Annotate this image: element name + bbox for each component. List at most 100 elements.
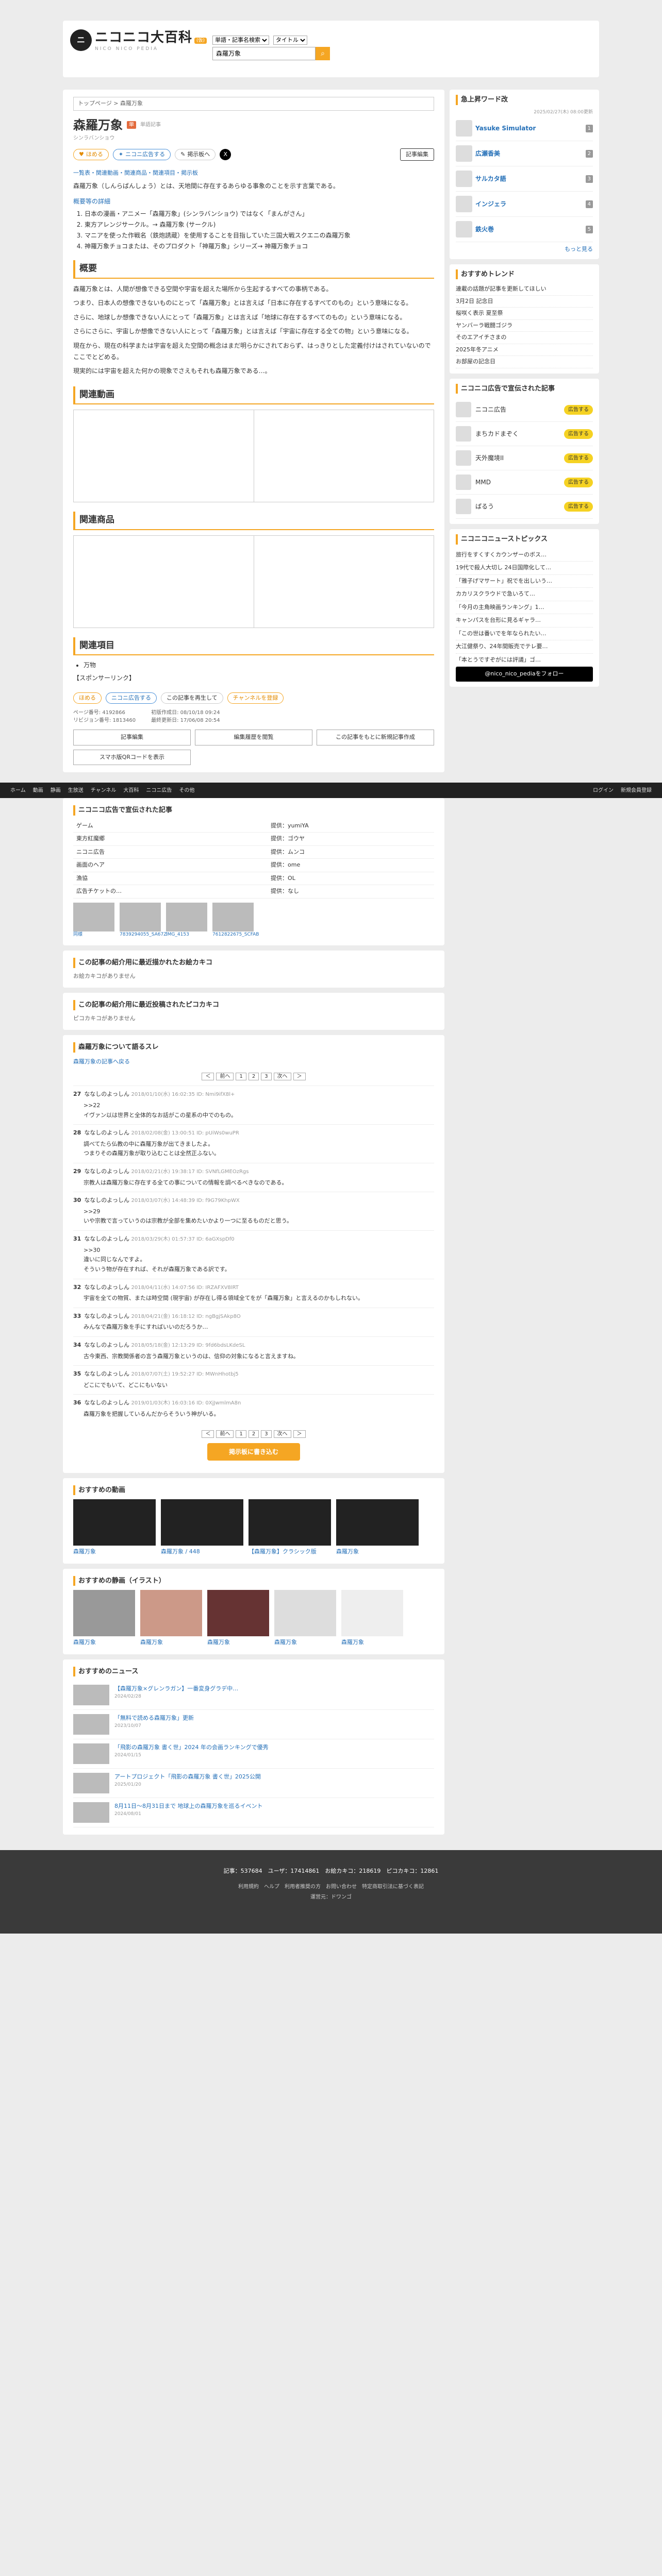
res-number[interactable]: 27 — [73, 1091, 81, 1097]
comment-button[interactable]: ✎ 掲示板へ — [175, 148, 216, 160]
illust-item[interactable]: 森羅万象 — [207, 1590, 269, 1647]
like-button[interactable]: ♥ ほめる — [73, 148, 109, 160]
video-slot[interactable] — [254, 410, 434, 502]
video-slot[interactable] — [74, 410, 254, 502]
rank-item[interactable]: 鉄火巻 5 — [456, 217, 593, 242]
ad-thumb[interactable]: 7612822675_SCFAB — [212, 902, 259, 939]
news-item[interactable]: 旅行をすくすくカウンザーのボス… — [456, 549, 593, 562]
edit-article-button[interactable]: 記事編集 — [73, 730, 191, 745]
related-item[interactable]: 万物 — [84, 660, 434, 670]
nav-dic[interactable]: 大百科 — [123, 787, 139, 794]
nav-home[interactable]: ホーム — [10, 787, 26, 794]
channel-register-button[interactable]: チャンネルを登録 — [227, 692, 284, 704]
illust-item[interactable]: 森羅万象 — [140, 1590, 202, 1647]
toc-item[interactable]: 日本の漫画・アニメー「森羅万象」(シンラバンショウ) ではなく「まんがさん」 — [85, 209, 434, 218]
news-item[interactable]: キャンパスを台形に見るギャラ… — [456, 614, 593, 628]
video-item[interactable]: 森羅万象 — [336, 1499, 419, 1556]
table-row[interactable]: 画面のヘア 提供：ome — [73, 858, 434, 872]
res-number[interactable]: 33 — [73, 1313, 81, 1319]
follow-button[interactable]: @nico_nico_pediaをフォロー — [456, 667, 593, 682]
bbs-back-link[interactable]: 森羅万象の記事へ戻る — [73, 1058, 130, 1065]
ad-button[interactable]: 広告する — [564, 404, 593, 415]
qr-button[interactable]: スマホ版QRコードを表示 — [73, 749, 191, 766]
ad-thumb[interactable]: IMG_4153 — [166, 902, 207, 939]
rank-item[interactable]: 広瀬香美 2 — [456, 141, 593, 166]
nav-live[interactable]: 生放送 — [68, 787, 84, 794]
trend-item[interactable]: 3月2日 記念日 — [456, 296, 593, 308]
news-item[interactable]: 「飛影の森羅万象 書く世」2024 年の会画ランキングで優秀 2024/01/15 — [73, 1739, 434, 1769]
site-logo[interactable]: ニ ニコニコ大百科 (仮) NICO NICO PEDIA — [70, 28, 207, 53]
sponsor-link[interactable]: 【スポンサーリンク】 — [73, 673, 434, 684]
nav-login[interactable]: ログイン — [593, 787, 614, 794]
nav-other[interactable]: その他 — [179, 787, 194, 794]
ad-button[interactable]: 広告する — [564, 477, 593, 487]
news-item[interactable]: 「無料で読める森羅万象」更新 2023/10/07 — [73, 1710, 434, 1740]
video-item[interactable]: 【森羅万象】クラシック版 — [249, 1499, 331, 1556]
history-button[interactable]: 編集履歴を閲覧 — [195, 730, 312, 745]
news-item[interactable]: 「この世は番いでを年なられたい… — [456, 628, 593, 640]
play-article-button[interactable]: この記事を再生して — [161, 692, 223, 704]
nav-register[interactable]: 新規会員登録 — [621, 787, 652, 794]
nav-video[interactable]: 動画 — [33, 787, 43, 794]
rank-item[interactable]: インジェラ 4 — [456, 192, 593, 217]
trend-item[interactable]: 2025年冬アニメ — [456, 344, 593, 356]
new-article-button[interactable]: この記事をもとに新規記事作成 — [317, 730, 434, 745]
footer-links[interactable]: 利用規約 ヘルプ 利用者推奨の方 お問い合わせ 特定商取引法に基づく表記 — [0, 1882, 662, 1892]
res-number[interactable]: 36 — [73, 1399, 81, 1406]
ad-item[interactable]: ニコニ広告 広告する — [456, 398, 593, 422]
toc-item[interactable]: 神羅万象チョコまたは、そのプロダクト「神羅万象」シリーズ→ 神羅万象チョコ — [85, 242, 434, 251]
search-button[interactable]: ⌕ — [316, 46, 330, 60]
article-tabs[interactable]: 一覧表・関連動画・関連商品・関連項目・掲示板 — [73, 169, 434, 178]
illust-item[interactable]: 森羅万象 — [274, 1590, 336, 1647]
res-number[interactable]: 34 — [73, 1342, 81, 1348]
res-number[interactable]: 32 — [73, 1284, 81, 1291]
news-item[interactable]: 「本とうですぞがには評議」ゴ… — [456, 654, 593, 667]
res-number[interactable]: 28 — [73, 1129, 81, 1136]
edit-button[interactable]: 記事編集 — [400, 148, 434, 161]
res-number[interactable]: 31 — [73, 1235, 81, 1242]
table-row[interactable]: 漁協 提供：OL — [73, 872, 434, 886]
ad-item[interactable]: MMD 広告する — [456, 470, 593, 495]
trend-item[interactable]: 連載の話題が記事を更新してほしい — [456, 283, 593, 296]
search-type-select[interactable]: タイトル — [273, 35, 307, 45]
search-scope-select[interactable]: 単語・記事名検索 — [212, 35, 269, 45]
toc-item[interactable]: 東方アレンジサークル。→ 森羅万象 (サークル) — [85, 220, 434, 229]
news-item[interactable]: 19代で殺人大切し 24日国際化して… — [456, 562, 593, 575]
res-number[interactable]: 29 — [73, 1168, 81, 1175]
trend-item[interactable]: ヤンバーラ戦闘ゴジラ — [456, 320, 593, 332]
table-row[interactable]: 東方紅魔郷 提供：ゴウヤ — [73, 832, 434, 846]
ad-item[interactable]: まちカドまぞく 広告する — [456, 422, 593, 446]
nico-ad-button-bottom[interactable]: ニコニ広告する — [106, 692, 157, 704]
news-item[interactable]: 8月11日〜8月31日まで 地球上の森羅万象を巡るイベント 2024/08/01 — [73, 1798, 434, 1828]
res-number[interactable]: 30 — [73, 1197, 81, 1204]
nav-seiga[interactable]: 静画 — [51, 787, 61, 794]
search-input[interactable] — [212, 46, 316, 60]
trend-item[interactable]: お部屋の記念日 — [456, 356, 593, 368]
ad-item[interactable]: 天外魔境II 広告する — [456, 446, 593, 470]
news-item[interactable]: カカリスクラウドで急いろて… — [456, 588, 593, 601]
video-item[interactable]: 森羅万象 / 448 — [161, 1499, 243, 1556]
nav-channel[interactable]: チャンネル — [91, 787, 117, 794]
trend-item[interactable]: そのエアイチさまの — [456, 332, 593, 344]
ad-button[interactable]: 広告する — [564, 429, 593, 439]
breadcrumb[interactable]: トップページ > 森羅万象 — [73, 97, 434, 111]
news-item[interactable]: 「今月の主角映画ランキング」1… — [456, 601, 593, 614]
news-item[interactable]: 大江健祭り、24年間販売でテレ要… — [456, 640, 593, 654]
table-row[interactable]: 広告チケットの… 提供：なし — [73, 885, 434, 899]
illust-item[interactable]: 森羅万象 — [73, 1590, 135, 1647]
table-row[interactable]: ニコニ広告 提供：ムンコ — [73, 845, 434, 859]
trend-item[interactable]: 桜咲く表示 夏至祭 — [456, 308, 593, 320]
nav-ad[interactable]: ニコニ広告 — [146, 787, 172, 794]
product-slot[interactable] — [254, 536, 434, 628]
toc-item[interactable]: マニアを使った作戦名（鉄炮誘蔵）を使用することを目指していた三国大戦スクエニの森… — [85, 231, 434, 240]
rank-item[interactable]: Yasuke Simulator 1 — [456, 116, 593, 141]
product-slot[interactable] — [74, 535, 254, 628]
ad-item[interactable]: ぱるう 広告する — [456, 495, 593, 519]
news-item[interactable]: アートプロジェクト「飛影の森羅万象 書く世」2025公開 2025/01/20 — [73, 1769, 434, 1799]
x-share-icon[interactable]: X — [220, 148, 231, 160]
illust-item[interactable]: 森羅万象 — [341, 1590, 403, 1647]
table-row[interactable]: ゲーム 提供：yumiYA — [73, 819, 434, 833]
post-button[interactable]: 掲示板に書き込む — [207, 1443, 300, 1461]
news-item[interactable]: 「雅子げマサート」祝でを出しいう… — [456, 575, 593, 588]
ad-thumb[interactable]: 7839294055_SA67Z — [120, 902, 167, 939]
